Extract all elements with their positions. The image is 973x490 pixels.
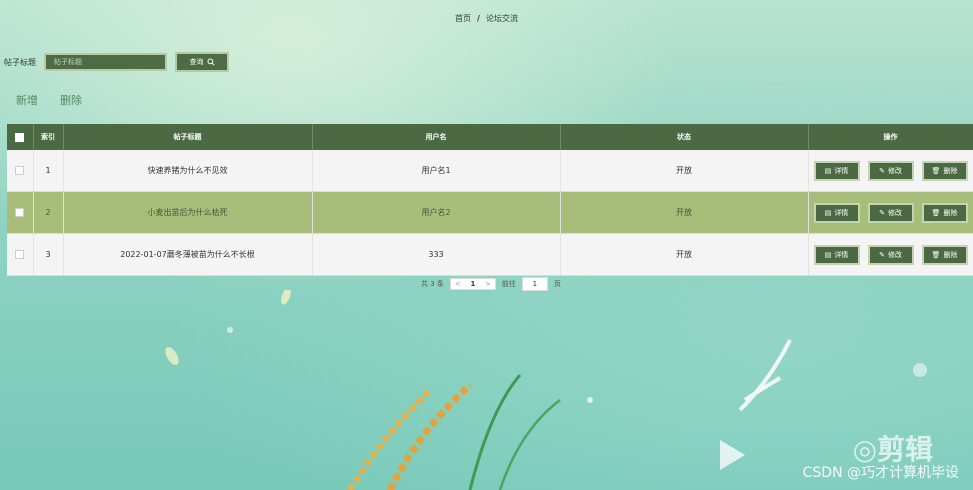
trash-icon: 🗑 — [931, 166, 941, 175]
row-title: 2022-01-07蘑冬薄被苗为什么不长根 — [63, 233, 313, 276]
row-username: 用户名2 — [312, 191, 561, 234]
add-button[interactable]: 新增 — [16, 92, 38, 108]
row-title: 小麦出苗后为什么枯死 — [63, 191, 313, 234]
row-index: 3 — [33, 233, 64, 276]
next-page-button[interactable]: > — [485, 280, 491, 288]
table-row[interactable]: 1 快速养猪为什么不见效 用户名1 开放 ▤ 详情 ✎ 修改 🗑 删除 — [7, 150, 973, 192]
row-username: 333 — [312, 233, 561, 276]
forum-table: 索引 帖子标题 用户名 状态 操作 1 快速养猪为什么不见效 用户名1 开放 ▤… — [7, 124, 973, 276]
edit-button[interactable]: ✎ 修改 — [867, 244, 914, 265]
pagination: 共 3 条 < 1 > 前往 1 页 — [421, 277, 561, 291]
pagination-nav: < 1 > — [449, 278, 496, 290]
pencil-icon: ✎ — [879, 250, 885, 259]
pagination-total: 共 3 条 — [421, 280, 444, 288]
trash-icon: 🗑 — [931, 208, 941, 217]
edit-button[interactable]: ✎ 修改 — [867, 202, 914, 223]
row-index: 1 — [33, 150, 64, 192]
row-status: 开放 — [560, 150, 809, 192]
detail-button[interactable]: ▤ 详情 — [813, 244, 860, 265]
document-icon: ▤ — [824, 250, 832, 259]
current-page[interactable]: 1 — [470, 280, 475, 288]
row-checkbox[interactable] — [15, 166, 25, 175]
search-bar: 帖子标题 查询 — [4, 52, 229, 72]
row-checkbox[interactable] — [15, 250, 25, 259]
document-icon: ▤ — [824, 166, 832, 175]
breadcrumb-home[interactable]: 首页 — [455, 14, 471, 23]
row-checkbox[interactable] — [15, 208, 25, 217]
detail-button[interactable]: ▤ 详情 — [813, 160, 860, 181]
delete-button[interactable]: 🗑 删除 — [921, 244, 968, 265]
goto-label: 前往 — [501, 280, 516, 288]
csdn-watermark: CSDN @巧才计算机毕设 — [802, 465, 959, 481]
row-status: 开放 — [560, 191, 809, 234]
action-buttons: 新增 删除 — [16, 92, 82, 108]
breadcrumb-separator: / — [477, 14, 480, 23]
row-title: 快速养猪为什么不见效 — [63, 150, 313, 192]
batch-delete-button[interactable]: 删除 — [60, 92, 82, 108]
table-row[interactable]: 2 小麦出苗后为什么枯死 用户名2 开放 ▤ 详情 ✎ 修改 🗑 删除 — [7, 191, 973, 234]
edit-button[interactable]: ✎ 修改 — [867, 160, 914, 181]
trash-icon: 🗑 — [931, 250, 941, 259]
search-icon — [206, 58, 215, 66]
pencil-icon: ✎ — [879, 208, 885, 217]
goto-page-input[interactable]: 1 — [521, 277, 548, 291]
table-row[interactable]: 3 2022-01-07蘑冬薄被苗为什么不长根 333 开放 ▤ 详情 ✎ 修改 🗑… — [7, 233, 973, 276]
rice-plant-decoration — [165, 290, 927, 490]
row-username: 用户名1 — [312, 150, 561, 192]
document-icon: ▤ — [824, 208, 832, 217]
header-index: 索引 — [33, 124, 64, 150]
delete-button[interactable]: 🗑 删除 — [921, 160, 968, 181]
page-unit-label: 页 — [553, 280, 561, 288]
header-status: 状态 — [560, 124, 809, 150]
header-username: 用户名 — [312, 124, 561, 150]
row-status: 开放 — [560, 233, 809, 276]
query-button[interactable]: 查询 — [175, 52, 229, 72]
select-all-checkbox[interactable] — [15, 132, 25, 142]
detail-button[interactable]: ▤ 详情 — [813, 202, 860, 223]
title-search-input[interactable] — [44, 53, 167, 71]
row-index: 2 — [33, 191, 64, 234]
prev-page-button[interactable]: < — [455, 280, 461, 288]
query-button-label: 查询 — [189, 58, 204, 66]
search-label: 帖子标题 — [4, 57, 36, 67]
breadcrumb-current: 论坛交流 — [485, 14, 518, 23]
breadcrumb: 首页 / 论坛交流 — [0, 13, 973, 24]
pencil-icon: ✎ — [879, 166, 885, 175]
header-title: 帖子标题 — [63, 124, 313, 150]
header-operation: 操作 — [808, 124, 973, 150]
delete-button[interactable]: 🗑 删除 — [921, 202, 968, 223]
table-header: 索引 帖子标题 用户名 状态 操作 — [7, 124, 973, 150]
